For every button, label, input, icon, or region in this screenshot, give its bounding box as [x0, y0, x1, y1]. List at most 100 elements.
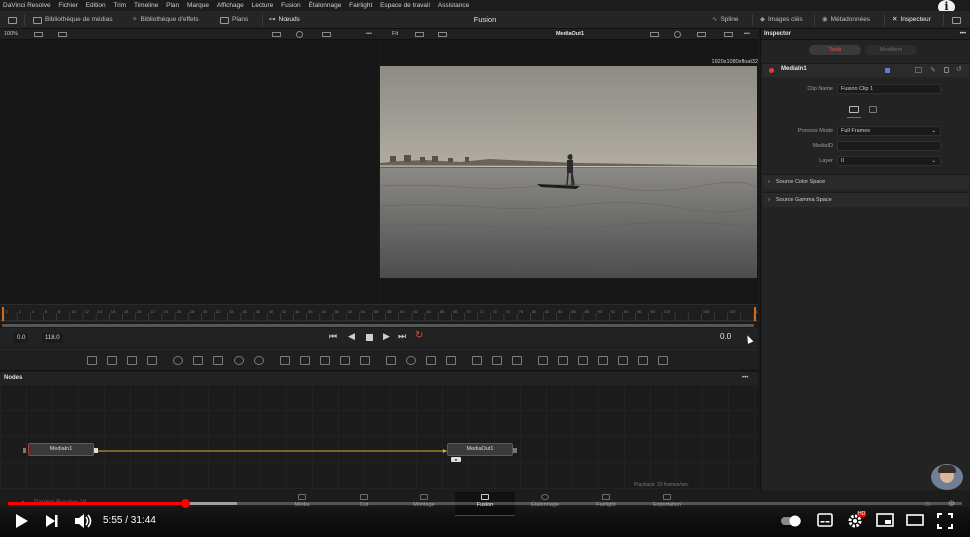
next-video-icon[interactable] — [45, 513, 59, 529]
layer-dropdown[interactable]: 0 ⌄ — [837, 156, 941, 166]
text-tool-icon[interactable] — [127, 356, 137, 365]
node-mediain1[interactable]: MediaIn1 — [28, 443, 94, 456]
color-correct-tool-icon[interactable] — [193, 356, 203, 365]
text3d-icon[interactable] — [638, 356, 648, 365]
sidebar-toggle-button[interactable] — [8, 14, 17, 26]
page-color[interactable]: Étalonnage — [515, 492, 575, 508]
fullscreen-view-button[interactable] — [952, 14, 961, 26]
menu-fusion[interactable]: Fusion — [281, 2, 301, 9]
clip-name-field[interactable]: Fusion Clip 1 — [837, 84, 941, 94]
paint-tool-icon[interactable] — [107, 356, 117, 365]
go-to-end-icon[interactable]: ⏭ — [398, 331, 406, 342]
more-options-left-icon[interactable]: ••• — [366, 29, 372, 40]
renderer3d-icon[interactable] — [618, 356, 628, 365]
roi-right-icon[interactable] — [650, 32, 659, 37]
color-channel-right-icon[interactable] — [674, 31, 681, 38]
brush-tool-icon[interactable] — [147, 356, 157, 365]
lut-right-icon[interactable] — [697, 32, 706, 37]
view-options-icon[interactable] — [58, 32, 67, 37]
more-options-right-icon[interactable]: ••• — [744, 29, 750, 40]
play-icon[interactable] — [15, 513, 29, 529]
background-tool-icon[interactable] — [87, 356, 97, 365]
mediaid-field[interactable] — [837, 141, 941, 151]
rectangle-mask-icon[interactable] — [386, 356, 396, 365]
matte-control-icon[interactable] — [320, 356, 330, 365]
menu-mark[interactable]: Marque — [187, 2, 209, 9]
shape3d-icon[interactable] — [538, 356, 548, 365]
layout-right-icon[interactable] — [415, 32, 424, 37]
menu-playback[interactable]: Lecture — [252, 2, 274, 9]
subtitles-icon[interactable] — [817, 513, 833, 527]
theater-mode-icon[interactable] — [906, 513, 924, 527]
menu-view[interactable]: Affichage — [217, 2, 244, 9]
media-pool-button[interactable]: Bibliothèque de médias — [33, 14, 113, 26]
reset-icon[interactable]: ↺ — [956, 65, 962, 73]
menu-help[interactable]: Assistance — [438, 2, 469, 9]
version-icon[interactable] — [915, 67, 922, 73]
render-start-field[interactable]: 0.0 — [14, 333, 29, 343]
drop-tool-icon[interactable] — [254, 356, 264, 365]
page-deliver[interactable]: Exportation — [637, 492, 697, 508]
tab-tools[interactable]: Tools — [809, 45, 861, 55]
image-tab-icon[interactable] — [849, 106, 859, 113]
process-mode-dropdown[interactable]: Full Frames ⌄ — [837, 126, 941, 136]
particle-style-icon[interactable] — [512, 356, 522, 365]
nodes-more-icon[interactable]: ••• — [742, 372, 748, 384]
menu-fairlight[interactable]: Fairlight — [349, 2, 372, 9]
page-media[interactable]: Média — [272, 492, 332, 508]
light3d-icon[interactable] — [598, 356, 608, 365]
page-edit[interactable]: Montage — [394, 492, 454, 508]
current-time-field[interactable]: 0.0 — [720, 332, 731, 341]
transform-tool-icon[interactable] — [360, 356, 370, 365]
timeline-scrollbar[interactable] — [2, 324, 754, 327]
menu-timeline[interactable]: Timeline — [134, 2, 158, 9]
particle-emitter-icon[interactable] — [472, 356, 482, 365]
source-color-space-section[interactable]: › Source Color Space — [763, 174, 969, 189]
menu-clip[interactable]: Plan — [166, 2, 179, 9]
effects-library-button[interactable]: ✧ Bibliothèque d'effets — [132, 14, 199, 26]
menu-edit[interactable]: Edition — [86, 2, 106, 9]
time-ruler[interactable]: 0 2 4 6 8 10 12 14 16 18 20 22 24 26 28 30 32 34 36 38 40 42 4… — [0, 304, 763, 322]
merge3d-icon[interactable] — [558, 356, 568, 365]
autoplay-toggle[interactable] — [780, 515, 802, 527]
image-plane3d-icon[interactable] — [658, 356, 668, 365]
lut-icon[interactable] — [322, 32, 331, 37]
menu-file[interactable]: Fichier — [58, 2, 78, 9]
tool-color-swatch[interactable] — [885, 68, 890, 73]
menu-app[interactable]: DaVinci Resolve — [3, 2, 51, 9]
play-reverse-icon[interactable]: ◀ — [348, 331, 355, 342]
fullscreen-icon[interactable] — [937, 513, 953, 529]
inspector-more-icon[interactable]: ••• — [960, 29, 966, 40]
render-end-field[interactable]: 118.0 — [42, 333, 63, 343]
clips-button[interactable]: Plans — [220, 14, 248, 26]
node-out-port[interactable] — [513, 448, 517, 453]
nodes-button[interactable]: ⊶ Nœuds — [269, 14, 300, 26]
menu-workspace[interactable]: Espace de travail — [380, 2, 430, 9]
merge-tool-icon[interactable] — [280, 356, 290, 365]
roi-icon[interactable] — [272, 32, 281, 37]
source-gamma-space-section[interactable]: › Source Gamma Space — [763, 192, 969, 207]
camera3d-icon[interactable] — [578, 356, 588, 365]
blur-tool-icon[interactable] — [173, 356, 183, 365]
polygon-mask-icon[interactable] — [426, 356, 436, 365]
layout-icon[interactable] — [34, 32, 43, 37]
view-options-right-icon[interactable] — [438, 32, 447, 37]
page-fairlight[interactable]: Fairlight — [576, 492, 636, 508]
menu-trim[interactable]: Trim — [113, 2, 126, 9]
loop-icon[interactable]: ↻ — [415, 330, 423, 341]
stop-icon[interactable] — [366, 334, 373, 341]
spline-button[interactable]: ∿ Spline — [712, 14, 739, 26]
inspector-button[interactable]: ✕ Inspecteur — [892, 14, 931, 26]
curves-tool-icon[interactable] — [213, 356, 223, 365]
node-input-port[interactable] — [23, 448, 26, 453]
metadata-button[interactable]: ◉ Métadonnées — [822, 14, 870, 26]
ellipse-mask-icon[interactable] — [406, 356, 416, 365]
color-channel-icon[interactable] — [296, 31, 303, 38]
node-editor[interactable]: MediaIn1 MediaOut1 ● Playback: 23 frames… — [0, 384, 758, 490]
checker-icon[interactable] — [724, 32, 733, 37]
viewer-right[interactable]: 1920x1080xfloat32 — [380, 40, 758, 304]
page-cut[interactable]: Cut — [334, 492, 394, 508]
go-to-start-icon[interactable]: ⏮ — [329, 331, 337, 342]
lock-icon[interactable] — [944, 67, 949, 73]
menu-color[interactable]: Étalonnage — [308, 2, 341, 9]
